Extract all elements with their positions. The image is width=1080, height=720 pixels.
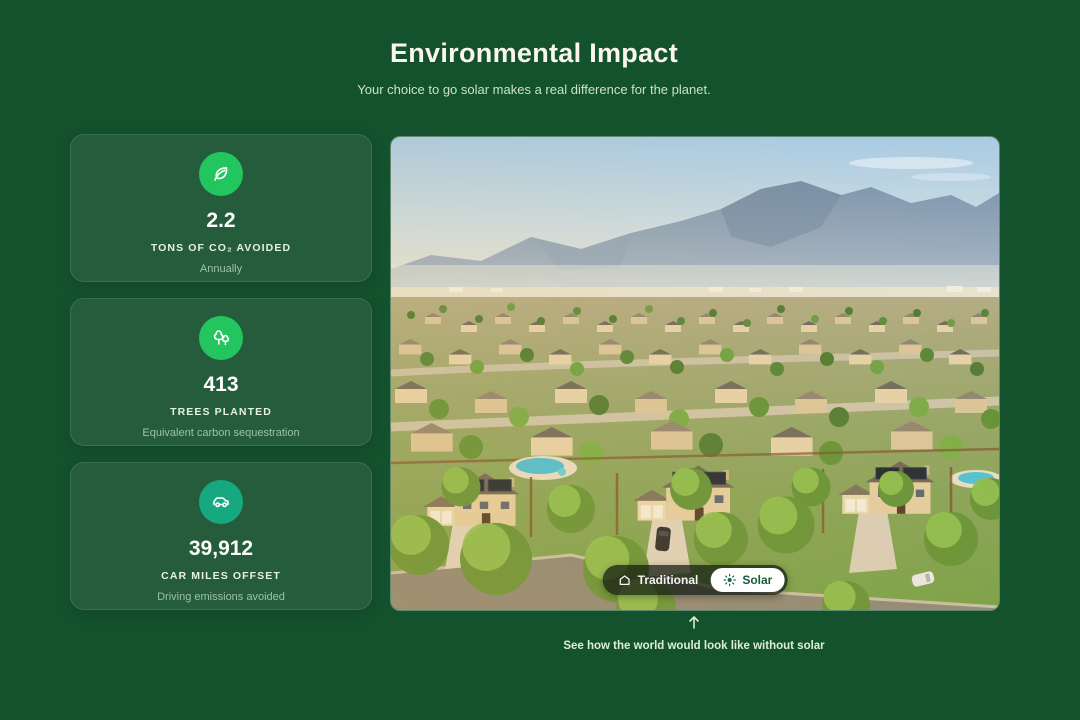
- trees-icon: [199, 316, 243, 360]
- stat-card-miles: 39,912 CAR MILES OFFSET Driving emission…: [70, 462, 372, 610]
- content-frame: Environmental Impact Your choice to go s…: [70, 0, 998, 720]
- aerial-photo: [391, 137, 999, 610]
- arrow-up-icon: [686, 614, 702, 635]
- stat-label: TREES PLANTED: [170, 406, 272, 418]
- view-toggle: Traditional Solar: [603, 565, 788, 595]
- home-icon: [618, 573, 632, 587]
- toggle-traditional-button[interactable]: Traditional: [606, 568, 711, 592]
- stat-label: TONS OF CO₂ AVOIDED: [151, 242, 291, 254]
- comparison-viewer: Traditional Solar: [390, 136, 1000, 611]
- stat-value: 2.2: [206, 209, 235, 233]
- page-title: Environmental Impact: [70, 38, 998, 69]
- leaf-icon: [199, 152, 243, 196]
- stat-sublabel: Annually: [200, 263, 242, 275]
- section-header: Environmental Impact Your choice to go s…: [70, 38, 998, 97]
- sun-icon: [722, 573, 736, 587]
- car-icon: [199, 480, 243, 524]
- impact-stats: 2.2 TONS OF CO₂ AVOIDED Annually 413 TRE…: [70, 134, 372, 610]
- page-subtitle: Your choice to go solar makes a real dif…: [70, 82, 998, 97]
- toggle-traditional-label: Traditional: [638, 573, 699, 587]
- hint-text: See how the world would look like withou…: [390, 640, 998, 652]
- stat-card-co2: 2.2 TONS OF CO₂ AVOIDED Annually: [70, 134, 372, 282]
- toggle-solar-button[interactable]: Solar: [710, 568, 784, 592]
- stat-sublabel: Equivalent carbon sequestration: [142, 427, 299, 439]
- comparison-hint: See how the world would look like withou…: [390, 614, 998, 652]
- toggle-solar-label: Solar: [742, 573, 772, 587]
- stat-value: 39,912: [189, 537, 253, 561]
- stat-card-trees: 413 TREES PLANTED Equivalent carbon sequ…: [70, 298, 372, 446]
- stat-value: 413: [203, 373, 238, 397]
- stat-sublabel: Driving emissions avoided: [157, 591, 285, 603]
- stat-label: CAR MILES OFFSET: [161, 570, 281, 582]
